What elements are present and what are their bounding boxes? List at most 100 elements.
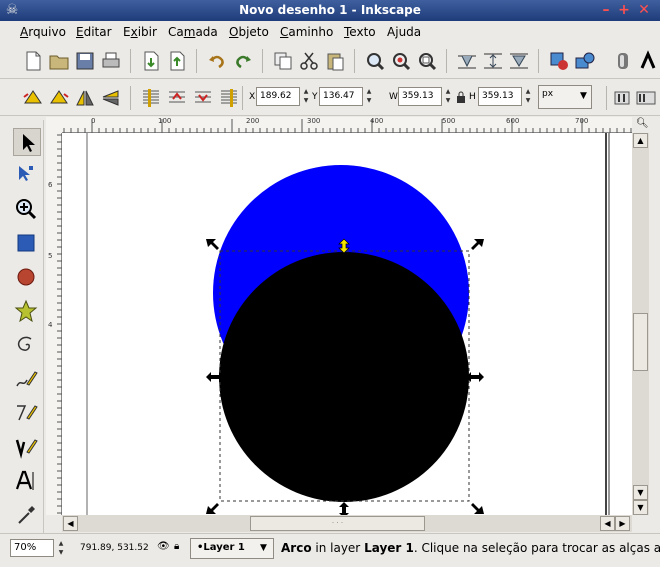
x-field[interactable]: 189.62 bbox=[256, 87, 300, 106]
lock-icon[interactable] bbox=[456, 91, 466, 103]
zoom-tool[interactable] bbox=[13, 196, 41, 224]
eyedropper-icon bbox=[18, 506, 35, 524]
status-message: Arco in layer Layer 1. Clique na seleção… bbox=[281, 541, 660, 555]
menu-camada[interactable]: Camada bbox=[168, 25, 218, 39]
menu-ajuda[interactable]: Ajuda bbox=[387, 25, 421, 39]
spiral-tool[interactable] bbox=[13, 332, 41, 360]
save-icon[interactable] bbox=[74, 50, 96, 72]
menu-editar[interactable]: Editar bbox=[76, 25, 112, 39]
export-icon[interactable] bbox=[166, 50, 188, 72]
flip-horizontal-icon[interactable] bbox=[74, 87, 96, 109]
y-spin-arrows[interactable]: ▲ ▼ bbox=[365, 87, 373, 106]
node-editor-icon[interactable] bbox=[574, 50, 596, 72]
lower-icon[interactable] bbox=[192, 87, 214, 109]
node-tool[interactable] bbox=[13, 162, 41, 190]
cut-icon[interactable] bbox=[298, 50, 320, 72]
h-tick-label: 100 bbox=[158, 117, 172, 125]
scroll-right-button-2[interactable]: ▶ bbox=[615, 516, 630, 531]
zoom-spin-arrows[interactable]: ▲ ▼ bbox=[57, 539, 65, 558]
scroll-left-button[interactable]: ◀ bbox=[63, 516, 78, 531]
calligraphy-tool[interactable] bbox=[13, 434, 41, 462]
menu-arquivo[interactable]: Arquivo bbox=[20, 25, 66, 39]
scale-stroke-icon[interactable] bbox=[614, 87, 630, 109]
window-title: Novo desenho 1 - Inkscape bbox=[239, 3, 421, 17]
selector-tool[interactable] bbox=[13, 128, 41, 156]
scale-corners-icon[interactable] bbox=[636, 87, 656, 109]
xml-editor-icon[interactable] bbox=[548, 50, 570, 72]
vertical-ruler[interactable]: 6 5 4 bbox=[46, 133, 62, 515]
w-spin-arrows[interactable]: ▲ ▼ bbox=[444, 87, 452, 106]
text-tool[interactable] bbox=[13, 468, 41, 496]
transform-icon[interactable] bbox=[482, 50, 504, 72]
scale-handle-nw[interactable] bbox=[206, 239, 219, 250]
black-circle[interactable] bbox=[219, 252, 469, 502]
maximize-icon[interactable]: + bbox=[616, 2, 632, 18]
print-icon[interactable] bbox=[100, 50, 122, 72]
magnifier-icon bbox=[16, 199, 37, 220]
paste-icon[interactable] bbox=[324, 50, 346, 72]
zoom-drawing-icon[interactable] bbox=[390, 50, 412, 72]
zoom-corner-icon[interactable]: 🔍︎ bbox=[636, 118, 649, 129]
raise-icon[interactable] bbox=[166, 87, 188, 109]
zoom-page-icon[interactable] bbox=[416, 50, 438, 72]
duplicate-icon[interactable] bbox=[272, 50, 294, 72]
scale-handle-sw[interactable] bbox=[206, 503, 219, 514]
arrow-pointer-icon bbox=[23, 134, 35, 152]
vertical-scrollbar[interactable]: ▲ ▼ ▼ bbox=[632, 133, 649, 515]
new-document-icon[interactable] bbox=[22, 50, 44, 72]
pencil-tool[interactable] bbox=[13, 366, 41, 394]
minimize-icon[interactable]: – bbox=[598, 2, 614, 18]
h-ruler-ticks bbox=[63, 119, 632, 133]
scroll-down-button-1[interactable]: ▼ bbox=[633, 485, 648, 500]
layer-chevron-down-icon[interactable]: ▼ bbox=[260, 543, 267, 553]
star-tool[interactable] bbox=[13, 298, 41, 326]
lower-to-bottom-icon[interactable] bbox=[218, 87, 240, 109]
layer-lock-icon[interactable]: 🔒︎ bbox=[174, 541, 179, 552]
commands-toolbar bbox=[0, 43, 660, 79]
rotate-cw-icon[interactable] bbox=[48, 87, 70, 109]
rotate-ccw-icon[interactable] bbox=[22, 87, 44, 109]
scale-handle-se[interactable] bbox=[471, 503, 484, 514]
scroll-up-button[interactable]: ▲ bbox=[633, 133, 648, 148]
menu-caminho[interactable]: Caminho bbox=[280, 25, 333, 39]
redo-icon[interactable] bbox=[232, 50, 254, 72]
scale-handle-s[interactable] bbox=[339, 502, 349, 515]
fill-stroke-icon[interactable] bbox=[508, 50, 530, 72]
h-tick-label: 700 bbox=[575, 117, 589, 125]
dropper-tool[interactable] bbox=[13, 502, 41, 530]
w-field[interactable]: 359.13 bbox=[398, 87, 442, 106]
open-folder-icon[interactable] bbox=[48, 50, 70, 72]
align-distribute-icon[interactable] bbox=[456, 50, 478, 72]
horizontal-scroll-thumb[interactable]: · · · bbox=[250, 516, 425, 531]
h-field[interactable]: 359.13 bbox=[478, 87, 522, 106]
ellipse-tool[interactable] bbox=[13, 264, 41, 292]
import-icon[interactable] bbox=[140, 50, 162, 72]
more-toolbar-icon[interactable] bbox=[612, 50, 634, 72]
scale-handle-ne[interactable] bbox=[471, 239, 484, 250]
node-arrow-icon bbox=[19, 166, 33, 181]
x-spin-arrows[interactable]: ▲ ▼ bbox=[302, 87, 310, 106]
menu-texto[interactable]: Texto bbox=[344, 25, 376, 39]
horizontal-ruler[interactable]: 0 100 200 300 400 500 600 700 bbox=[62, 117, 632, 133]
h-label: H bbox=[469, 92, 476, 102]
overflow-icon[interactable] bbox=[638, 50, 660, 72]
vertical-scroll-thumb[interactable] bbox=[633, 313, 648, 371]
flip-vertical-icon[interactable] bbox=[100, 87, 122, 109]
close-icon[interactable]: ✕ bbox=[636, 2, 652, 18]
y-field[interactable]: 136.47 bbox=[319, 87, 363, 106]
visibility-eye-icon[interactable]: 👁︎ bbox=[157, 541, 170, 552]
h-tick-label: 400 bbox=[370, 117, 384, 125]
zoom-selection-icon[interactable] bbox=[364, 50, 386, 72]
scroll-down-button-2[interactable]: ▼ bbox=[633, 500, 648, 515]
undo-icon[interactable] bbox=[206, 50, 228, 72]
raise-to-top-icon[interactable] bbox=[140, 87, 162, 109]
horizontal-scrollbar[interactable]: ◀ · · · ◀ ▶ bbox=[62, 515, 632, 532]
drawing-canvas[interactable] bbox=[62, 133, 632, 515]
menu-objeto[interactable]: Objeto bbox=[229, 25, 269, 39]
zoom-field[interactable]: 70% bbox=[10, 539, 54, 557]
rectangle-tool[interactable] bbox=[13, 230, 41, 258]
menu-exibir[interactable]: Exibir bbox=[123, 25, 157, 39]
scroll-right-button-1[interactable]: ◀ bbox=[600, 516, 615, 531]
h-spin-arrows[interactable]: ▲ ▼ bbox=[524, 87, 532, 106]
bezier-tool[interactable] bbox=[13, 400, 41, 428]
